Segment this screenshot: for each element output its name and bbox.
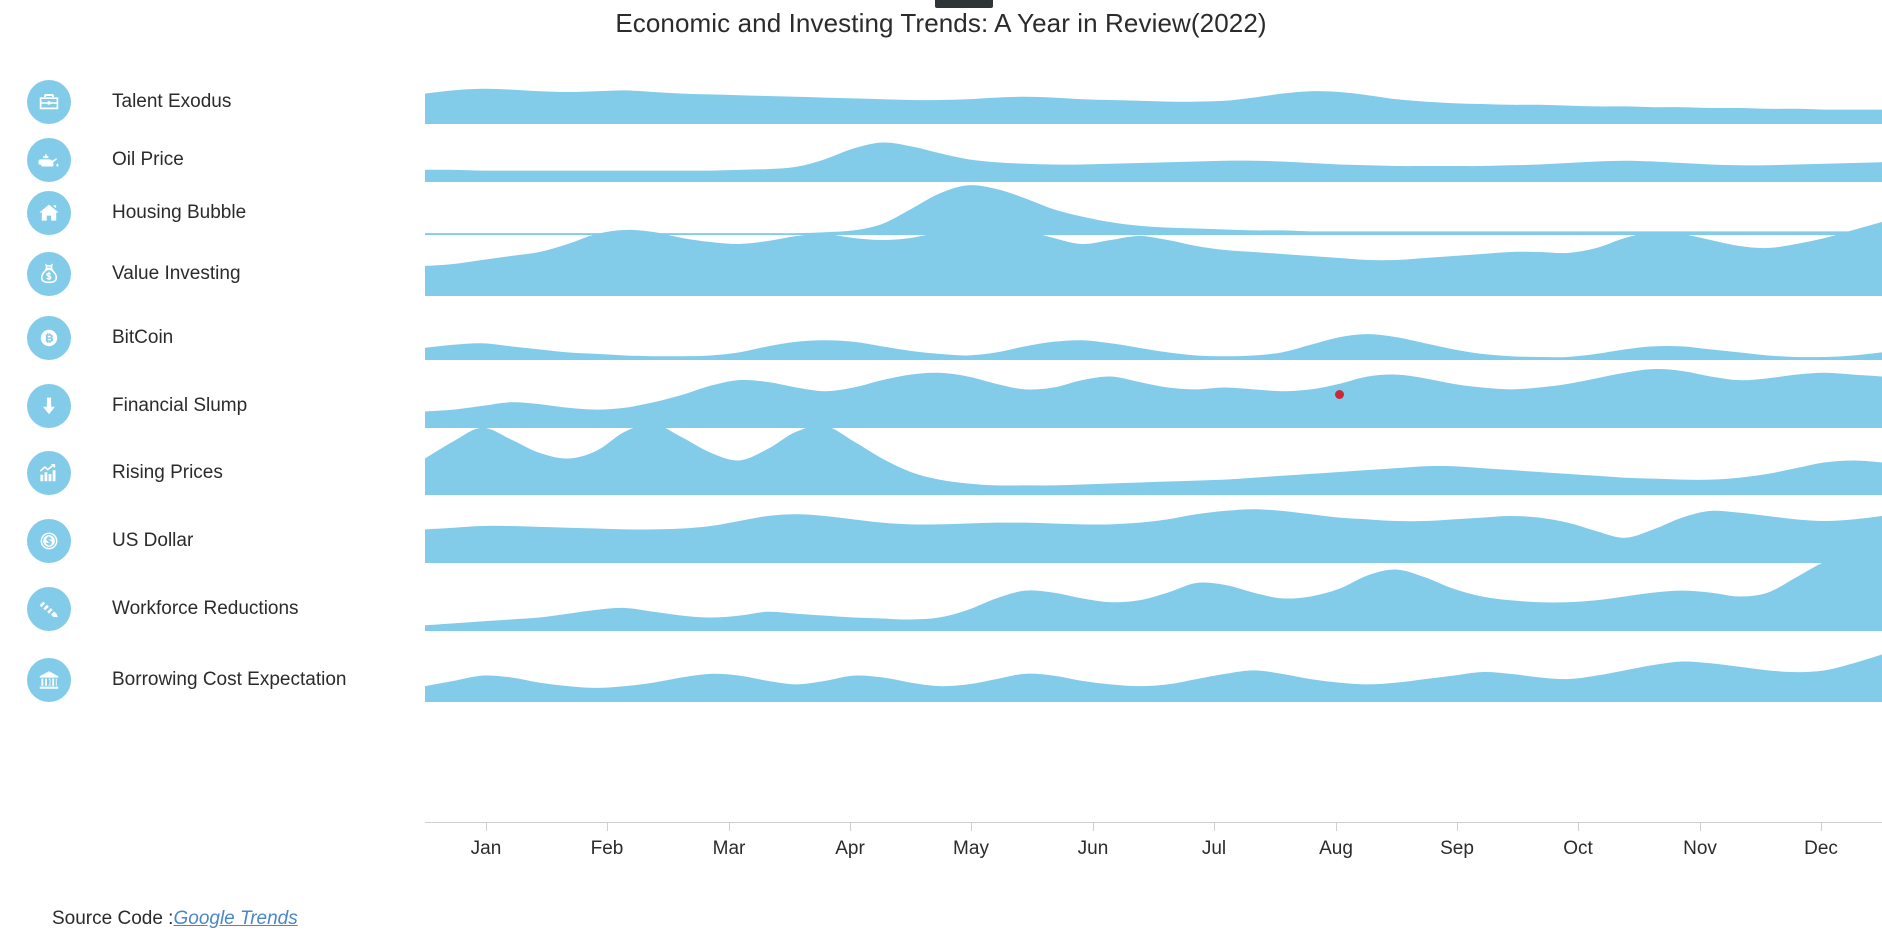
ridge-area-us-dollar	[425, 509, 1882, 563]
ridge-area-financial-slump	[425, 369, 1882, 428]
x-axis-tick	[1457, 822, 1458, 831]
legend-row-label: Value Investing	[112, 263, 241, 284]
x-axis-tick	[729, 822, 730, 831]
x-axis-label: Nov	[1683, 838, 1717, 859]
briefcase-icon	[27, 80, 71, 124]
ridge-area-bitcoin	[425, 334, 1882, 360]
footer: Source Code :Google Trends	[52, 908, 298, 930]
x-axis-tick	[1700, 822, 1701, 831]
x-axis-label: Apr	[835, 838, 865, 859]
legend-row-label: Financial Slump	[112, 395, 248, 416]
arrow-down-icon	[27, 384, 71, 428]
x-axis-tick	[607, 822, 608, 831]
ridge-area-talent-exodus	[425, 88, 1882, 124]
ridge-area-oil-price	[425, 142, 1882, 182]
ridge-area-workforce-reductions	[425, 554, 1882, 631]
x-axis-label: Mar	[712, 838, 746, 859]
chart-page: Economic and Investing Trends: A Year in…	[0, 0, 1882, 942]
x-axis-label: May	[953, 838, 989, 859]
x-axis-line	[425, 822, 1882, 823]
ridge-area-borrowing-cost-expectation	[425, 654, 1882, 702]
x-axis-label: Sep	[1440, 838, 1474, 859]
x-axis-label: Oct	[1563, 838, 1593, 859]
oil-can-icon	[27, 138, 71, 182]
bitcoin-icon	[27, 316, 71, 360]
legend-row-label: US Dollar	[112, 530, 194, 551]
dollar-coin-icon	[27, 519, 71, 563]
legend-row-label: Talent Exodus	[112, 91, 232, 112]
home-icon	[27, 191, 71, 235]
x-axis-label: Dec	[1804, 838, 1838, 859]
x-axis-tick	[486, 822, 487, 831]
x-axis-tick	[1336, 822, 1337, 831]
x-axis-label: Jul	[1201, 838, 1227, 859]
legend-row-label: Workforce Reductions	[112, 598, 299, 619]
ridge-area-housing-bubble	[425, 185, 1882, 235]
x-axis-label: Jan	[470, 838, 502, 859]
x-axis-tick	[1821, 822, 1822, 831]
x-axis-tick	[1578, 822, 1579, 831]
ridgeline-svg	[425, 88, 1882, 702]
legend-row-label: BitCoin	[112, 327, 174, 348]
google-trends-link[interactable]: Google Trends	[173, 908, 297, 929]
legend-row-label: Oil Price	[112, 149, 184, 170]
declining-stairs-icon	[27, 587, 71, 631]
x-axis-tick	[850, 822, 851, 831]
money-bag-icon	[27, 252, 71, 296]
source-code-label: Source Code :	[52, 908, 174, 929]
x-axis-tick	[1093, 822, 1094, 831]
ridgeline-plot	[425, 60, 1882, 830]
x-axis-tick	[1214, 822, 1215, 831]
x-axis-label: Jun	[1077, 838, 1109, 859]
legend-row-label: Borrowing Cost Expectation	[112, 669, 347, 690]
x-axis-tick	[971, 822, 972, 831]
x-axis-label: Feb	[590, 838, 624, 859]
legend-row-label: Rising Prices	[112, 462, 223, 483]
legend-row-label: Housing Bubble	[112, 202, 247, 223]
bar-chart-up-icon	[27, 451, 71, 495]
bank-icon	[27, 658, 71, 702]
ridge-area-rising-prices	[425, 423, 1882, 495]
x-axis-label: Aug	[1319, 838, 1353, 859]
